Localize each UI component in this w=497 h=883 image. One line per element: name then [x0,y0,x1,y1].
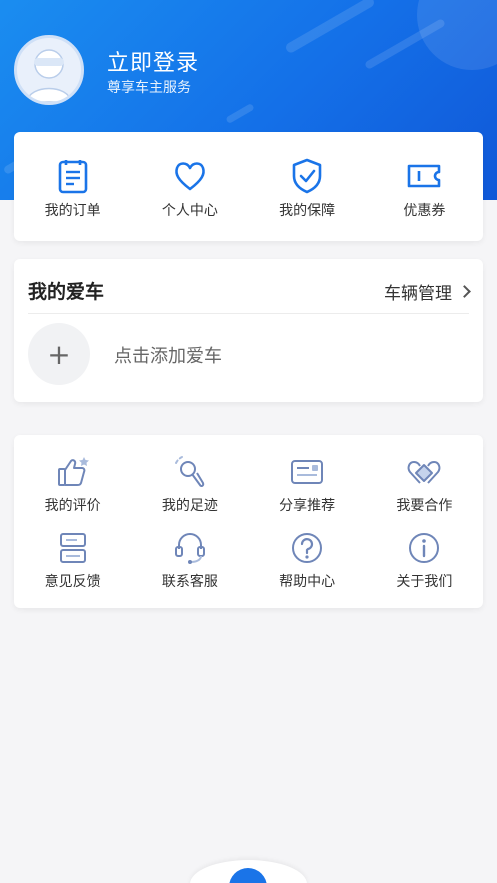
vehicle-management-label: 车辆管理 [384,284,452,304]
service-label: 帮助中心 [279,574,336,590]
share-recommend-button[interactable]: 分享推荐 [249,455,366,515]
quick-action-label: 优惠券 [403,203,446,219]
info-icon [409,533,440,563]
service-label: 我的评价 [44,498,101,514]
service-label: 我要合作 [396,498,453,514]
service-label: 意见反馈 [44,574,101,590]
personal-center-button[interactable]: 个人中心 [131,132,248,241]
service-label: 关于我们 [396,574,453,590]
help-center-button[interactable]: 帮助中心 [249,531,366,591]
header-circle [417,0,497,70]
footprint-icon [174,456,205,488]
about-us-button[interactable]: 关于我们 [366,531,483,591]
headset-icon [174,533,205,564]
services-card: 我的评价 我的足迹 分享推荐 我要合作 意见反馈 联系客服 帮助中心 关于我们 [14,435,483,608]
my-protection-button[interactable]: 我的保障 [249,132,366,241]
customer-service-button[interactable]: 联系客服 [131,531,248,591]
service-label: 我的足迹 [161,498,218,514]
my-car-card: 我的爱车 车辆管理 + 点击添加爱车 [14,259,483,402]
add-car-button[interactable]: + [28,323,90,385]
user-avatar-icon [26,49,72,102]
order-icon [58,160,87,194]
shield-icon [292,158,322,194]
coupon-icon [408,164,441,188]
quick-action-label: 个人中心 [161,203,218,219]
service-label: 分享推荐 [279,498,336,514]
share-card-icon [291,460,324,484]
avatar[interactable] [14,35,84,105]
vehicle-management-link[interactable]: 车辆管理 [384,279,471,304]
coupon-button[interactable]: 优惠券 [366,132,483,241]
my-orders-button[interactable]: 我的订单 [14,132,131,241]
feedback-icon [59,533,86,563]
login-title[interactable]: 立即登录 [107,45,199,77]
feedback-button[interactable]: 意见反馈 [14,531,131,591]
cooperation-icon [408,461,441,484]
my-car-title: 我的爱车 [28,281,105,303]
cooperation-button[interactable]: 我要合作 [366,455,483,515]
header-stripe [284,0,376,55]
quick-action-label: 我的订单 [44,203,101,219]
help-icon [292,533,323,563]
divider [28,313,469,314]
service-label: 联系客服 [161,574,218,590]
add-car-label[interactable]: 点击添加爱车 [114,342,222,368]
header-stripe [225,102,255,125]
plus-icon: + [47,337,71,371]
quick-action-label: 我的保障 [279,203,336,219]
thumbs-up-icon [57,457,89,486]
quick-actions-card: 我的订单 个人中心 我的保障 优惠券 [14,132,483,241]
chevron-right-icon [458,285,471,298]
heart-icon [175,162,205,191]
my-reviews-button[interactable]: 我的评价 [14,455,131,515]
my-footprint-button[interactable]: 我的足迹 [131,455,248,515]
login-subtitle: 尊享车主服务 [107,80,191,96]
